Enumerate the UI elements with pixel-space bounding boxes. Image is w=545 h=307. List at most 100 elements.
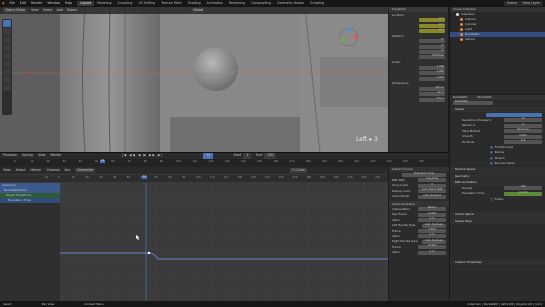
timeline-playhead[interactable]: 14 bbox=[100, 159, 106, 163]
graph-menu-select[interactable]: Select bbox=[16, 168, 26, 172]
curve-data-field[interactable]: NurbsPath bbox=[453, 100, 493, 106]
key-value-field[interactable]: 0 m bbox=[418, 217, 446, 223]
viewport-menu-select[interactable]: Select bbox=[43, 8, 53, 12]
resolution-preview-field[interactable]: 12 bbox=[504, 118, 542, 123]
graph-menu-view[interactable]: View bbox=[3, 168, 11, 172]
move-tool-icon[interactable] bbox=[3, 36, 11, 43]
2d-3d-toggle[interactable] bbox=[486, 112, 542, 117]
rna-path-field[interactable]: eval_time bbox=[418, 178, 446, 183]
menu-render[interactable]: Render bbox=[31, 1, 42, 5]
cursor-tool-icon[interactable] bbox=[3, 28, 11, 35]
timeline-ruler[interactable]: 0 10 20 30 40 50 60 70 80 90 100 110 120 130 140 150 160… bbox=[0, 159, 449, 167]
tab-uv-editing[interactable]: UV Editing bbox=[135, 1, 158, 6]
graph-editor[interactable]: View Select Marker Channel Key Normalize… bbox=[0, 167, 394, 301]
left-handle-value-field[interactable]: 0 m bbox=[418, 234, 446, 239]
tab-geometry-nodes[interactable]: Geometry Nodes bbox=[274, 1, 307, 6]
timeline-menu-keying[interactable]: Keying bbox=[22, 154, 33, 157]
location-x-field[interactable]: -0 m bbox=[419, 17, 445, 23]
menu-file[interactable]: File bbox=[9, 1, 14, 5]
tab-shading[interactable]: Shading bbox=[185, 1, 204, 6]
viewport-menu-view[interactable]: View bbox=[31, 8, 39, 12]
blender-logo-icon[interactable]: ◆ bbox=[2, 1, 4, 5]
graph-menu-marker[interactable]: Marker bbox=[30, 168, 41, 172]
viewport-menu-object[interactable]: Object bbox=[67, 8, 77, 12]
tab-layout[interactable]: Layout bbox=[77, 0, 95, 7]
frames-field[interactable]: 100 bbox=[504, 186, 542, 191]
fcurve-name-field[interactable]: Evaluation Time bbox=[402, 172, 446, 178]
select-tool-icon[interactable] bbox=[3, 20, 11, 27]
location-y-field[interactable]: 0 m bbox=[419, 23, 445, 28]
graph-normalize-toggle[interactable]: Normalize bbox=[75, 167, 96, 174]
start-frame-field[interactable]: 1 bbox=[243, 153, 252, 159]
fill-deformed-checkbox[interactable]: ■ bbox=[490, 146, 493, 149]
tab-modeling[interactable]: Modeling bbox=[94, 1, 115, 6]
display-color-dropdown[interactable]: Auto XYZ to RGB bbox=[418, 189, 446, 194]
playback-controls[interactable]: |◀ ◀◀ ◀ ▶ ▶▶ ▶| bbox=[122, 154, 164, 157]
menu-help[interactable]: Help bbox=[65, 1, 72, 5]
object-mode-dropdown[interactable]: Object Mode bbox=[3, 7, 28, 14]
timeline-menu-marker[interactable]: Marker bbox=[51, 154, 62, 157]
outliner-item-sphere[interactable]: Sphere bbox=[450, 37, 545, 42]
scene-selector[interactable]: Scene bbox=[503, 0, 520, 7]
auto-handle-dropdown[interactable]: Auto Clamped bbox=[418, 194, 446, 199]
add-cube-tool-icon[interactable] bbox=[3, 84, 11, 91]
timeline[interactable]: Playback Keying View Marker |◀ ◀◀ ◀ ▶ ▶▶… bbox=[0, 152, 449, 167]
bounds-clamp-checkbox[interactable]: ■ bbox=[490, 162, 493, 165]
properties-editor: NurbsPath NurbsPath NurbsPath Shape Resol… bbox=[449, 94, 545, 301]
shape-keys-section[interactable]: Shape Keys bbox=[450, 218, 545, 224]
viewport-menu-add[interactable]: Add bbox=[57, 8, 63, 12]
follow-checkbox[interactable]: □ bbox=[490, 197, 493, 201]
active-keyframe-section[interactable]: Active Keyframe bbox=[392, 202, 415, 206]
right-handle-value-field[interactable]: 0 m bbox=[418, 250, 446, 255]
rotate-tool-icon[interactable] bbox=[3, 44, 11, 51]
graph-ruler[interactable]: -100102030405060708090100110120130140150… bbox=[0, 175, 394, 182]
smooth-field[interactable]: 0.000 bbox=[504, 134, 542, 139]
radius-checkbox[interactable]: ■ bbox=[490, 151, 493, 154]
transform-tool-icon[interactable] bbox=[3, 60, 11, 67]
channel-evaluation-time[interactable]: Evaluation Time bbox=[0, 198, 60, 203]
view-layer-selector[interactable]: View Layer bbox=[519, 0, 543, 7]
scale-tool-icon[interactable] bbox=[3, 52, 11, 59]
scale-y-field[interactable]: 1.000 bbox=[419, 70, 445, 76]
timeline-menu-view[interactable]: View bbox=[38, 154, 46, 157]
custom-properties-section[interactable]: Custom Properties bbox=[450, 259, 545, 266]
transform-orientation[interactable]: Global bbox=[191, 7, 206, 14]
interpolation-dropdown[interactable]: Bezier bbox=[418, 207, 446, 212]
end-frame-field[interactable]: 250 bbox=[264, 153, 277, 159]
scale-z-field[interactable]: 1.000 bbox=[419, 76, 445, 81]
location-z-field[interactable]: 0 m bbox=[419, 28, 445, 33]
timeline-menu-playback[interactable]: Playback bbox=[3, 154, 17, 157]
3d-viewport[interactable]: Object Mode View Select Add Object Globa… bbox=[0, 7, 388, 152]
graph-playhead[interactable]: 14 bbox=[142, 175, 148, 179]
left-handle-dropdown[interactable]: Auto Clamped bbox=[422, 223, 446, 228]
keyframe-point[interactable] bbox=[147, 251, 151, 255]
measure-tool-icon[interactable] bbox=[3, 76, 11, 83]
active-fcurve-section[interactable]: Active F-Curve bbox=[392, 168, 412, 171]
rotation-x-field[interactable]: 0° bbox=[419, 39, 445, 44]
tab-scripting[interactable]: Scripting bbox=[307, 1, 327, 6]
active-spline-section[interactable]: Active Spline bbox=[450, 211, 545, 218]
tab-sculpting[interactable]: Sculpting bbox=[115, 1, 136, 6]
rotation-mode-dropdown[interactable]: XYZ Euler bbox=[419, 55, 445, 60]
current-frame-field[interactable]: 14 bbox=[203, 153, 214, 159]
menu-edit[interactable]: Edit bbox=[20, 1, 26, 5]
geometry-section[interactable]: Geometry bbox=[450, 173, 545, 180]
tab-animation[interactable]: Animation bbox=[204, 1, 226, 6]
right-handle-frame-field[interactable]: 19.000 bbox=[418, 244, 446, 250]
twist-method-dropdown[interactable]: Minimum bbox=[504, 128, 542, 134]
stretch-checkbox[interactable]: ■ bbox=[490, 156, 493, 160]
dimension-z-field[interactable]: 5.5 m bbox=[419, 97, 445, 102]
fill-mode-dropdown[interactable]: Full bbox=[504, 139, 542, 144]
graph-menu-channel[interactable]: Channel bbox=[46, 168, 59, 172]
annotate-tool-icon[interactable] bbox=[3, 68, 11, 75]
tab-texture-paint[interactable]: Texture Paint bbox=[158, 1, 185, 6]
tab-rendering[interactable]: Rendering bbox=[226, 1, 248, 6]
tab-compositing[interactable]: Compositing bbox=[248, 1, 274, 6]
menu-window[interactable]: Window bbox=[47, 1, 60, 5]
texture-space-section[interactable]: Texture Space bbox=[450, 167, 545, 173]
dimension-y-field[interactable]: 20 m bbox=[419, 92, 445, 97]
graph-menu-key[interactable]: Key bbox=[65, 168, 71, 172]
evaluation-time-field[interactable]: 14.129 bbox=[504, 191, 542, 196]
graph-mode-dropdown[interactable]: F-Curve bbox=[290, 167, 307, 174]
status-pan-view: Pan View bbox=[41, 301, 55, 306]
